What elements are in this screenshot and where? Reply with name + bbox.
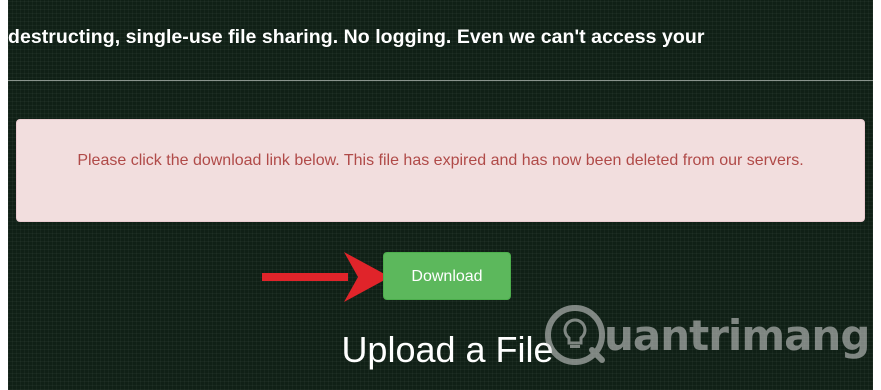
arrow-shaft: [262, 273, 348, 281]
red-arrow-pointer-icon: [262, 252, 390, 302]
watermark: uantrimang: [544, 300, 870, 370]
lightbulb-logo-icon: [545, 305, 605, 365]
expired-alert: Please click the download link below. Th…: [16, 119, 865, 222]
download-button[interactable]: Download: [383, 252, 511, 300]
alert-message: Please click the download link below. Th…: [77, 152, 804, 169]
watermark-text: uantrimang: [604, 310, 870, 360]
header-divider: [8, 80, 873, 81]
header-tagline: destructing, single-use file sharing. No…: [8, 26, 705, 48]
